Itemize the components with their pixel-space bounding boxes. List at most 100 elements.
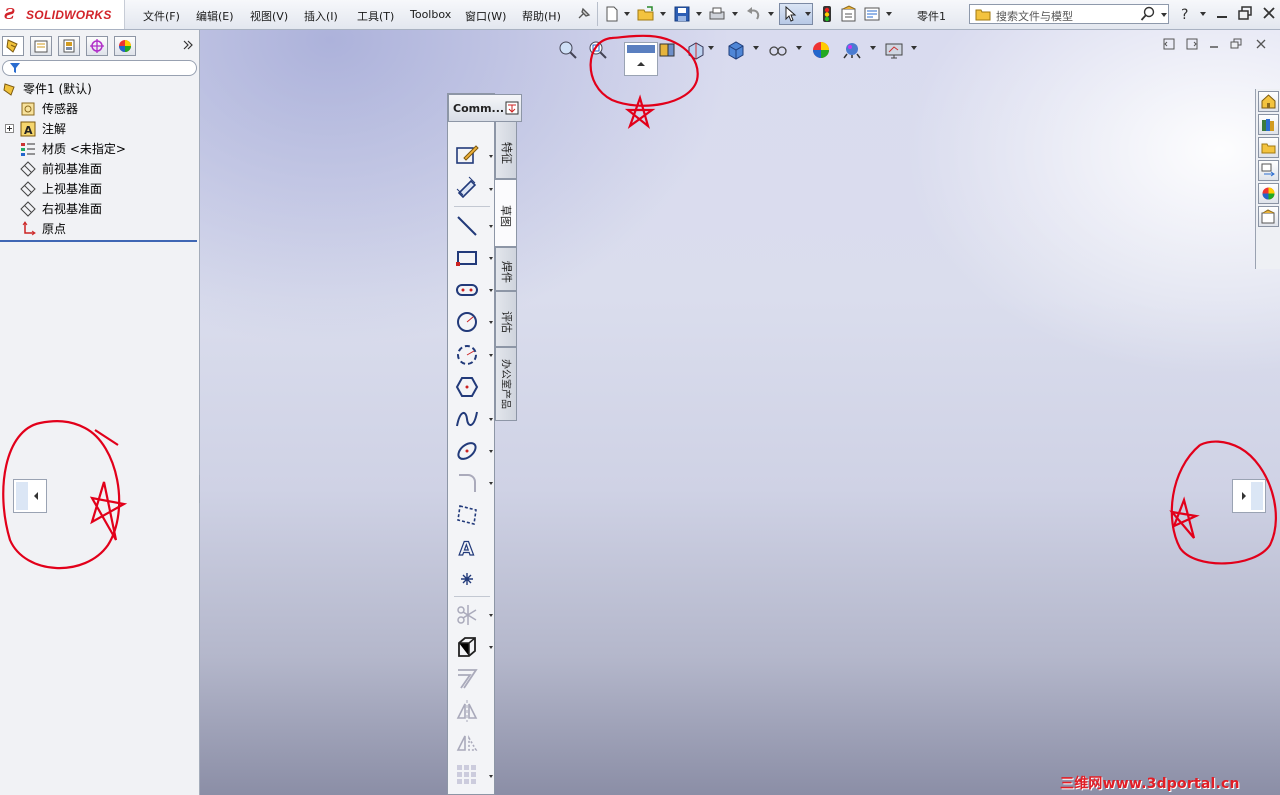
help-dropdown-icon[interactable] — [1200, 12, 1206, 16]
tab-configuration-manager[interactable] — [58, 36, 80, 56]
expand-task-pane-handle[interactable] — [1232, 479, 1266, 513]
menu-window[interactable]: 窗口(W) — [465, 8, 506, 24]
open-dropdown-icon[interactable] — [660, 12, 666, 16]
options-icon[interactable] — [863, 5, 881, 23]
view-orientation-icon[interactable] — [686, 40, 706, 60]
tab-evaluate[interactable]: 评估 — [495, 291, 517, 347]
print-icon[interactable] — [708, 5, 726, 23]
zoom-to-area-icon[interactable] — [588, 40, 608, 60]
sketch-tool-icon[interactable] — [454, 142, 480, 168]
print-dropdown-icon[interactable] — [732, 12, 738, 16]
rectangle-dropdown-icon[interactable] — [489, 257, 493, 260]
ellipse-dropdown-icon[interactable] — [489, 450, 493, 453]
spline-tool-icon[interactable] — [454, 406, 480, 432]
tree-filter-input[interactable] — [2, 60, 197, 76]
zoom-to-fit-icon[interactable] — [558, 40, 578, 60]
trim-tool-icon[interactable] — [454, 602, 480, 628]
tab-weldments[interactable]: 焊件 — [495, 247, 517, 291]
menu-help[interactable]: 帮助(H) — [522, 8, 561, 24]
fillet-tool-icon[interactable] — [454, 470, 480, 496]
new-dropdown-icon[interactable] — [624, 12, 630, 16]
menu-tools[interactable]: 工具(T) — [357, 8, 394, 24]
spline-dropdown-icon[interactable] — [489, 418, 493, 421]
scene-dropdown-icon[interactable] — [870, 46, 876, 50]
search-dropdown-icon[interactable] — [1161, 13, 1167, 17]
text-tool-icon[interactable]: A — [454, 534, 480, 560]
dimension-dropdown-icon[interactable] — [489, 188, 493, 191]
task-pane-home[interactable] — [1258, 91, 1279, 112]
undo-dropdown-icon[interactable] — [768, 12, 774, 16]
fillet-dropdown-icon[interactable] — [489, 482, 493, 485]
tab-features[interactable]: 特征 — [495, 121, 517, 179]
hide-show-dropdown-icon[interactable] — [796, 46, 802, 50]
sketch-dropdown-icon[interactable] — [489, 155, 493, 158]
tree-rollback-bar[interactable] — [0, 240, 197, 242]
search-input[interactable]: 搜索文件与模型 — [969, 4, 1169, 24]
tab-feature-manager[interactable] — [2, 36, 24, 56]
display-style-icon[interactable] — [726, 40, 746, 60]
polygon-tool-icon[interactable] — [454, 374, 480, 400]
select-button[interactable] — [779, 3, 813, 25]
move-entities-icon[interactable] — [454, 730, 480, 756]
save-icon[interactable] — [673, 5, 691, 23]
doc-close-icon[interactable] — [1255, 38, 1267, 50]
line-dropdown-icon[interactable] — [489, 225, 493, 228]
line-tool-icon[interactable] — [454, 213, 480, 239]
edit-appearance-icon[interactable] — [811, 40, 831, 60]
save-dropdown-icon[interactable] — [696, 12, 702, 16]
section-view-icon[interactable] — [658, 40, 678, 60]
menu-file[interactable]: 文件(F) — [143, 8, 180, 24]
undo-icon[interactable] — [745, 5, 763, 23]
help-icon[interactable]: ? — [1177, 5, 1195, 23]
task-pane-appearances[interactable] — [1258, 183, 1279, 204]
solidworks-logo[interactable]: Ƨ SOLIDWORKS — [0, 0, 125, 29]
dock-icon[interactable] — [505, 101, 519, 115]
hud-collapse-handle[interactable] — [624, 42, 658, 76]
restore-window-icon[interactable] — [1237, 5, 1253, 21]
slot-tool-icon[interactable] — [454, 277, 480, 303]
view-orientation-dropdown-icon[interactable] — [708, 46, 714, 50]
menu-edit[interactable]: 编辑(E) — [196, 8, 234, 24]
ellipse-tool-icon[interactable] — [454, 438, 480, 464]
hide-show-items-icon[interactable] — [768, 40, 788, 60]
circle-dropdown-icon[interactable] — [489, 321, 493, 324]
task-pane-view-palette[interactable] — [1258, 160, 1279, 181]
linear-pattern-icon[interactable] — [454, 762, 480, 788]
command-manager-title-bar[interactable]: Comm... — [448, 94, 522, 122]
search-icon[interactable] — [1140, 6, 1156, 22]
viewport-link-icon[interactable] — [1186, 38, 1198, 50]
task-pane-design-library[interactable] — [1258, 114, 1279, 135]
display-style-dropdown-icon[interactable] — [753, 46, 759, 50]
close-window-icon[interactable] — [1261, 5, 1277, 21]
task-pane-custom-properties[interactable] — [1258, 206, 1279, 227]
pattern-dropdown-icon[interactable] — [489, 775, 493, 778]
options-dropdown-icon[interactable] — [886, 12, 892, 16]
point-tool-icon[interactable] — [454, 566, 480, 592]
trim-dropdown-icon[interactable] — [489, 614, 493, 617]
doc-minimize-icon[interactable] — [1208, 38, 1220, 50]
arc-tool-icon[interactable] — [454, 342, 480, 368]
menu-view[interactable]: 视图(V) — [250, 8, 288, 24]
expand-tabs-icon[interactable] — [182, 39, 194, 51]
task-pane-file-explorer[interactable] — [1258, 137, 1279, 158]
tab-office-products[interactable]: 办公室产品 — [495, 347, 517, 421]
collapse-panel-handle[interactable] — [13, 479, 47, 513]
convert-dropdown-icon[interactable] — [489, 646, 493, 649]
mirror-entities-icon[interactable] — [454, 698, 480, 724]
doc-restore-icon[interactable] — [1230, 38, 1242, 50]
menu-toolbox[interactable]: Toolbox — [410, 8, 451, 21]
tab-property-manager[interactable] — [30, 36, 52, 56]
open-folder-icon[interactable] — [637, 5, 655, 23]
apply-scene-icon[interactable] — [842, 40, 862, 60]
tab-sketch[interactable]: 草图 — [494, 179, 517, 247]
rectangle-tool-icon[interactable] — [454, 245, 480, 271]
viewport-split-icon[interactable] — [1163, 38, 1175, 50]
file-properties-icon[interactable] — [840, 5, 858, 23]
tab-display-manager[interactable] — [114, 36, 136, 56]
view-settings-icon[interactable] — [884, 40, 904, 60]
arc-dropdown-icon[interactable] — [489, 354, 493, 357]
offset-entities-icon[interactable] — [454, 666, 480, 692]
new-document-icon[interactable] — [603, 5, 621, 23]
smart-dimension-icon[interactable] — [454, 174, 480, 200]
pin-icon[interactable] — [575, 5, 593, 23]
